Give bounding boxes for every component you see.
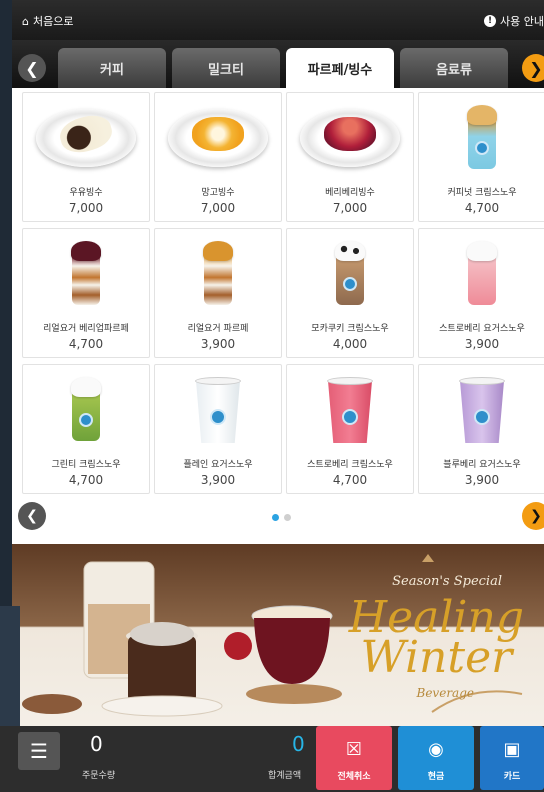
order-count-value: 0 [90, 732, 103, 756]
top-header: ⌂ 처음으로 ! 사용 안내 [12, 0, 544, 40]
product-card[interactable]: 스트로베리 크림스노우 4,700 [286, 364, 414, 494]
product-card[interactable]: 커피넛 크림스노우 4,700 [418, 92, 544, 222]
product-image-berry-bingsu [287, 97, 413, 179]
product-card[interactable]: 리얼요거 베리업파르페 4,700 [22, 228, 150, 358]
page-indicator-dot-active [272, 514, 279, 521]
page-indicator-dot [284, 514, 291, 521]
product-card[interactable]: 스트로베리 요거스노우 3,900 [418, 228, 544, 358]
home-label: 처음으로 [32, 15, 74, 28]
tabs-next-button[interactable]: ❯ [522, 54, 544, 82]
help-label: 사용 안내 [500, 15, 544, 28]
order-count-label: 주문수량 [82, 771, 116, 781]
product-card[interactable]: 망고빙수 7,000 [154, 92, 282, 222]
order-total-value: 0 [292, 732, 305, 756]
product-image-strawberry-yogurt-snow [419, 233, 544, 315]
card-pay-button[interactable]: ▣ 카드 [480, 726, 544, 790]
product-card[interactable]: 베리베리빙수 7,000 [286, 92, 414, 222]
order-total-label: 합계금액 [268, 771, 302, 781]
menu-button[interactable]: ☰ [18, 732, 60, 770]
product-image-mango-bingsu [155, 97, 281, 179]
hamburger-menu-icon: ☰ [30, 739, 48, 763]
banner-subtitle: Beverage [416, 686, 474, 700]
product-card[interactable]: 우유빙수 7,000 [22, 92, 150, 222]
product-image-yogurt-parfait [155, 233, 281, 315]
product-card[interactable]: 그린티 크림스노우 4,700 [22, 364, 150, 494]
home-button[interactable]: ⌂ 처음으로 [22, 13, 73, 29]
product-card[interactable]: 플레인 요거스노우 3,900 [154, 364, 282, 494]
tab-parfait-bingsu[interactable]: 파르페/빙수 [286, 48, 394, 88]
page-next-button[interactable]: ❯ [522, 502, 544, 530]
cash-pay-button[interactable]: ◉ 현금 [398, 726, 474, 790]
product-card[interactable]: 리얼요거 파르페 3,900 [154, 228, 282, 358]
product-image-strawberry-cream-snow [287, 369, 413, 451]
product-image-blueberry-yogurt-snow [419, 369, 544, 451]
tab-coffee[interactable]: 커피 [58, 48, 166, 88]
category-tabbar: ❮ 커피 밀크티 파르페/빙수 음료류 ❯ [12, 40, 544, 88]
product-image-green-tea-cream-snow [23, 369, 149, 451]
chevron-left-icon: ❮ [25, 58, 39, 78]
product-image-coffee-nut-cream-snow [419, 97, 544, 179]
product-card[interactable]: 블루베리 요거스노우 3,900 [418, 364, 544, 494]
product-grid: 우유빙수 7,000 망고빙수 7,000 베리베리빙수 7,000 커피넛 크… [12, 88, 544, 544]
product-image-milk-bingsu [23, 97, 149, 179]
cash-coins-icon: ◉ [428, 739, 444, 760]
banner-title: Healing Winter [348, 592, 524, 683]
order-bottom-bar: ☰ 0 주문수량 0 합계금액 ☒ 전체취소 ◉ 현금 ▣ 카드 [0, 726, 544, 792]
product-image-mocha-cookie-cream-snow [287, 233, 413, 315]
chevron-right-icon: ❯ [529, 58, 543, 78]
page-prev-button[interactable]: ❮ [18, 502, 46, 530]
product-image-yogurt-berry-parfait [23, 233, 149, 315]
credit-card-icon: ▣ [503, 739, 521, 760]
promo-banner[interactable]: Season's Special Healing Winter Beverage [12, 544, 544, 726]
tabs-prev-button[interactable]: ❮ [18, 54, 46, 82]
home-icon: ⌂ [22, 14, 29, 28]
chevron-left-icon: ❮ [26, 508, 38, 524]
info-icon: ! [484, 15, 497, 27]
product-card[interactable]: 모카쿠키 크림스노우 4,000 [286, 228, 414, 358]
tab-beverages[interactable]: 음료류 [400, 48, 508, 88]
left-edge-panel [0, 606, 20, 726]
chevron-right-icon: ❯ [530, 508, 542, 524]
cancel-receipt-icon: ☒ [345, 739, 363, 760]
tab-milk-tea[interactable]: 밀크티 [172, 48, 280, 88]
banner-season-text: Season's Special [392, 574, 502, 589]
cancel-all-button[interactable]: ☒ 전체취소 [316, 726, 392, 790]
product-image-plain-yogurt-snow [155, 369, 281, 451]
help-button[interactable]: ! 사용 안내 [484, 13, 544, 29]
